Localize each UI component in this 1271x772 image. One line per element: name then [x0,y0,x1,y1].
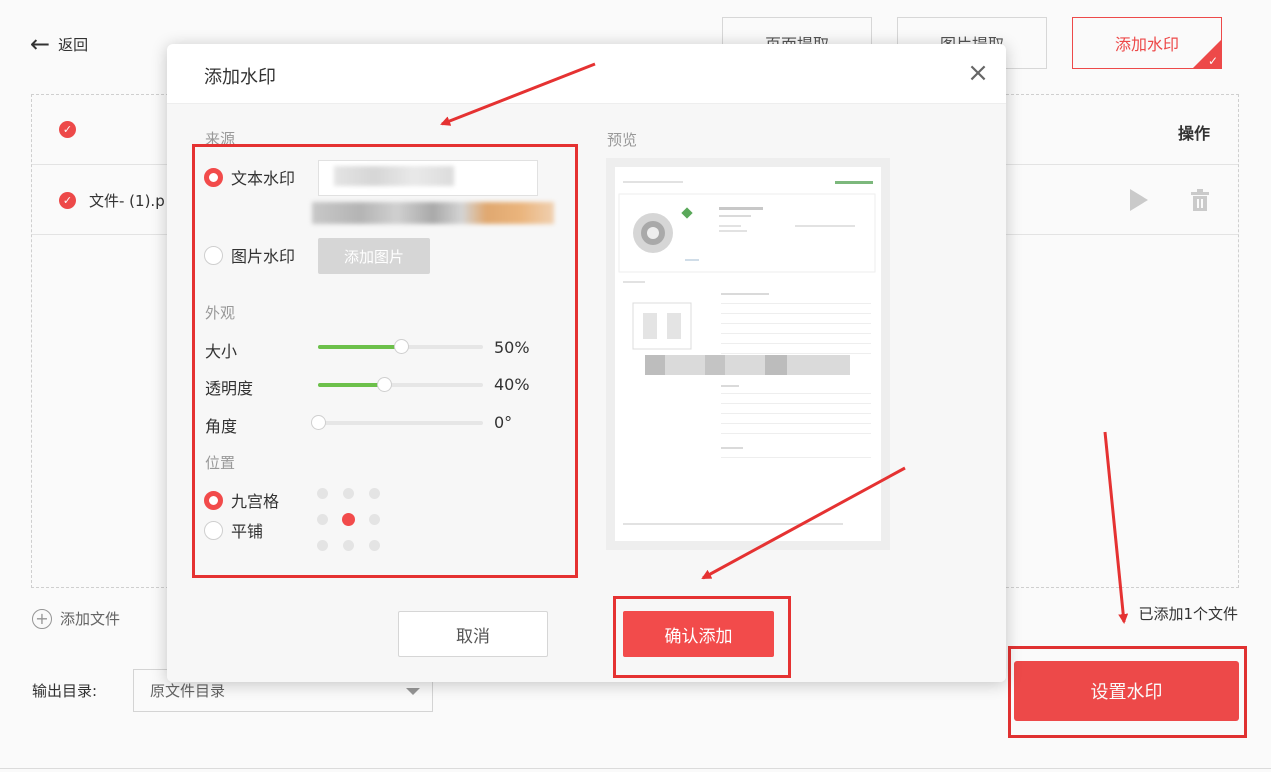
size-slider[interactable] [318,339,483,354]
slider-fill [318,345,401,349]
add-image-button[interactable]: 添加图片 [318,238,430,274]
grid-cell[interactable] [369,514,380,525]
cancel-button[interactable]: 取消 [398,611,548,657]
slider-fill [318,383,384,387]
tile-mode-radio[interactable]: 平铺 [204,518,263,542]
grid-cell[interactable] [343,540,354,551]
image-watermark-label: 图片水印 [231,247,296,266]
add-watermark-dialog: 添加水印 × 来源 文本水印 图片水印 添加图片 外观 大小 50% 透明度 4… [167,44,1006,682]
dialog-header: 添加水印 × [167,44,1006,104]
angle-slider[interactable] [311,415,483,430]
confirm-label: 确认添加 [664,626,733,647]
preview-document [615,167,881,541]
grid-cell[interactable] [317,488,328,499]
preview-label: 预览 [607,131,638,149]
grid-mode-label: 九宫格 [231,492,280,511]
preview-frame [606,158,890,550]
add-image-label: 添加图片 [343,247,404,266]
text-watermark-radio[interactable]: 文本水印 [204,165,295,189]
slider-thumb[interactable] [377,377,392,392]
blurred-text [334,166,454,186]
tile-mode-label: 平铺 [231,522,264,541]
image-watermark-radio[interactable]: 图片水印 [204,243,295,267]
grid-mode-radio[interactable]: 九宫格 [204,488,279,512]
size-value: 50% [494,338,530,357]
radio-unselected-icon [204,245,223,265]
angle-label: 角度 [205,417,238,436]
dialog-title: 添加水印 [204,67,276,88]
slider-thumb[interactable] [311,415,326,430]
radio-selected-icon [204,490,223,510]
confirm-add-button[interactable]: 确认添加 [623,611,774,657]
size-label: 大小 [205,342,238,361]
grid-cell[interactable] [369,540,380,551]
slider-thumb[interactable] [393,339,409,354]
position-label: 位置 [205,454,236,472]
grid-cell[interactable] [343,488,354,499]
opacity-label: 透明度 [205,379,254,398]
opacity-slider[interactable] [318,377,483,392]
grid-cell[interactable] [317,540,328,551]
radio-selected-icon [204,167,223,187]
blurred-text [312,202,554,224]
appearance-label: 外观 [205,304,236,322]
cancel-label: 取消 [456,626,490,647]
source-label: 来源 [205,130,236,148]
grid-cell[interactable] [369,488,380,499]
angle-value: 0° [494,413,513,432]
grid-cell[interactable] [342,513,355,526]
radio-unselected-icon [204,520,223,540]
close-icon[interactable]: × [966,60,990,86]
text-watermark-label: 文本水印 [231,169,296,188]
grid-cell[interactable] [317,514,328,525]
opacity-value: 40% [494,375,530,394]
position-grid [317,488,383,554]
